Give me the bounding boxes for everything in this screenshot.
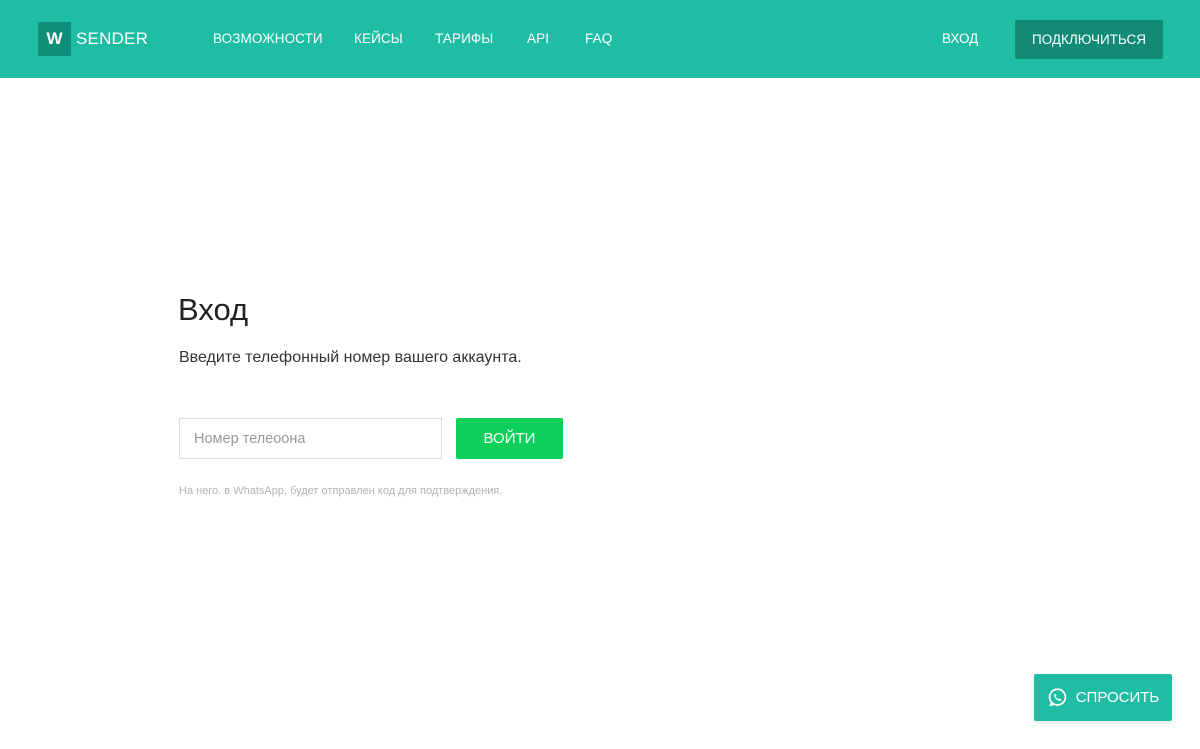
ask-button[interactable]: СПРОСИТЬ [1034, 674, 1172, 721]
whatsapp-icon [1048, 688, 1066, 707]
connect-button[interactable]: ПОДКЛЮЧИТЬСЯ [1015, 20, 1163, 59]
nav-tariffs[interactable]: ТАРИФЫ [435, 31, 493, 46]
site-header: W SENDER ВОЗМОЖНОСТИ КЕЙСЫ ТАРИФЫ API FA… [0, 0, 1200, 78]
logo-mark: W [38, 22, 71, 56]
nav-api[interactable]: API [527, 31, 549, 46]
ask-label: СПРОСИТЬ [1075, 689, 1160, 706]
phone-input[interactable] [179, 418, 442, 459]
nav-features[interactable]: ВОЗМОЖНОСТИ [213, 31, 323, 46]
header-login-link[interactable]: ВХОД [942, 31, 978, 46]
page-subtitle: Введите телефонный номер вашего аккаунта… [179, 349, 522, 366]
verification-hint: На него. в WhatsApp, будет отправлен код… [179, 485, 503, 497]
logo-text: SENDER [76, 29, 149, 48]
logo[interactable]: W SENDER [38, 22, 148, 56]
login-submit-button[interactable]: ВОЙТИ [456, 418, 563, 459]
nav-faq[interactable]: FAQ [585, 31, 612, 46]
page-title: Вход [178, 292, 249, 327]
nav-cases[interactable]: КЕЙСЫ [354, 31, 403, 46]
